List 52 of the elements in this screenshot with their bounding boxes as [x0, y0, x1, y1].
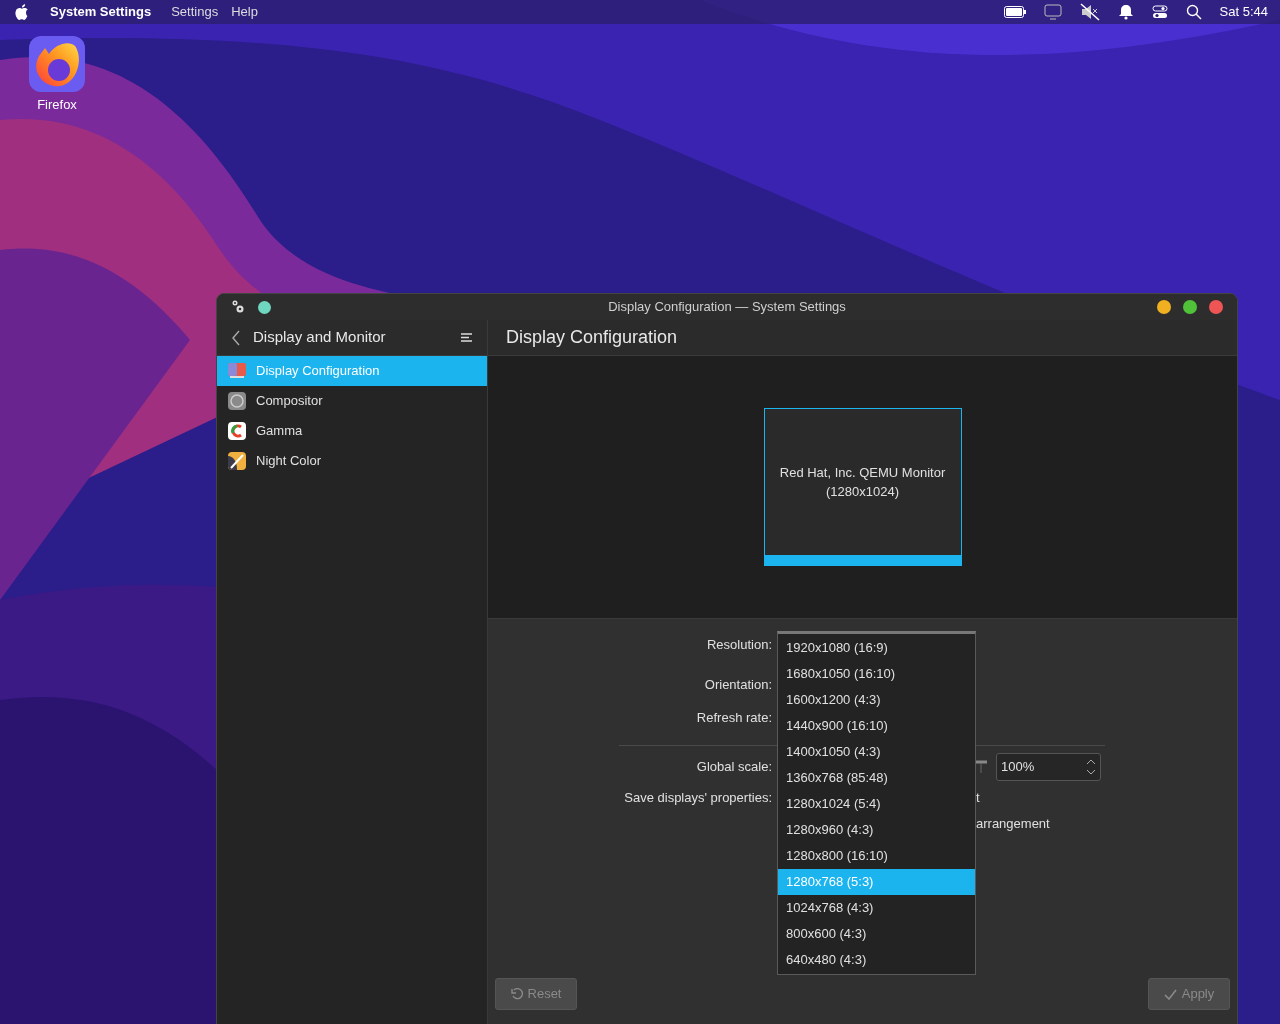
resolution-option[interactable]: 1920x1080 (16:9)	[778, 635, 975, 661]
resolution-option[interactable]: 1280x960 (4:3)	[778, 817, 975, 843]
battery-icon[interactable]	[1003, 6, 1026, 18]
close-button[interactable]	[1209, 300, 1223, 314]
minimize-button[interactable]	[1157, 300, 1171, 314]
resolution-option[interactable]: 1400x1050 (4:3)	[778, 739, 975, 765]
monitor-name: Red Hat, Inc. QEMU Monitor	[779, 463, 946, 482]
resolution-option[interactable]: 1600x1200 (4:3)	[778, 687, 975, 713]
app-name[interactable]: System Settings	[50, 2, 152, 22]
clock[interactable]: Sat 5:44	[1219, 2, 1268, 22]
compositor-icon	[227, 391, 247, 411]
maximize-button[interactable]	[1183, 300, 1197, 314]
resolution-option[interactable]: 640x480 (4:3)	[778, 947, 975, 973]
gamma-icon	[227, 421, 247, 441]
menu-icon[interactable]	[461, 333, 472, 342]
resolution-option[interactable]: 1280x800 (16:10)	[778, 843, 975, 869]
slider-handle-icon[interactable]	[975, 760, 987, 774]
display-settings-icon	[227, 361, 247, 381]
sidebar-title: Display and Monitor	[253, 327, 386, 348]
gears-icon[interactable]	[231, 300, 245, 314]
sidebar-item[interactable]: Night Color	[217, 446, 487, 476]
form-label: Save displays' properties:	[624, 789, 772, 808]
resolution-option[interactable]: 800x600 (4:3)	[778, 921, 975, 947]
form-label: Orientation:	[704, 676, 772, 695]
resolution-option[interactable]: 1280x1024 (5:4)	[778, 791, 975, 817]
monitor-resolution: (1280x1024)	[826, 483, 899, 501]
form-label: Refresh rate:	[696, 709, 772, 728]
resolution-option[interactable]: 1440x900 (16:10)	[778, 713, 975, 739]
option-label[interactable]: arrangement	[976, 814, 1050, 834]
night-color-icon	[227, 451, 247, 471]
bell-icon[interactable]	[1117, 4, 1134, 20]
sidebar-item[interactable]: Gamma	[217, 416, 487, 446]
display-icon[interactable]	[1043, 4, 1062, 20]
muted-speaker-icon[interactable]	[1079, 3, 1100, 21]
monitor-tile[interactable]: Red Hat, Inc. QEMU Monitor (1280x1024)	[763, 408, 962, 566]
checkmark-icon	[1163, 988, 1177, 1000]
resolution-option[interactable]: 1680x1050 (16:10)	[778, 661, 975, 687]
sidebar-item[interactable]: Compositor	[217, 386, 487, 416]
window-title: Display Configuration — System Settings	[608, 298, 846, 317]
form-label: Global scale:	[696, 758, 772, 777]
desktop-icon-label[interactable]: Firefox	[37, 95, 77, 115]
toggles-icon[interactable]	[1151, 4, 1168, 20]
form-label: Resolution:	[706, 636, 772, 655]
resolution-option[interactable]: 1360x768 (85:48)	[778, 765, 975, 791]
browser-app-icon[interactable]	[29, 36, 85, 92]
search-icon[interactable]	[1185, 4, 1202, 20]
menu-item[interactable]: Help	[231, 2, 258, 22]
menu-item[interactable]: Settings	[171, 2, 219, 22]
scale-spin-box[interactable]: 100%	[996, 753, 1101, 781]
page-title: Display Configuration	[506, 326, 678, 349]
resolution-option[interactable]: 1024x768 (4:3)	[778, 895, 975, 921]
undo-arrow-icon	[510, 988, 523, 1000]
